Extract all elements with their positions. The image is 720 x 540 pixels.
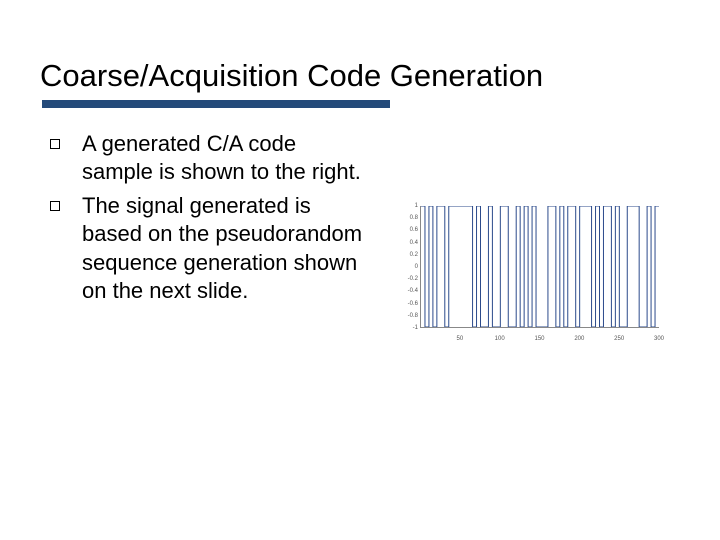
y-tick-label: 0.8 xyxy=(396,215,418,221)
chart-column: 1 0.8 0.6 0.4 0.2 0 -0.2 -0.4 -0.6 -0.8 -1 50 100 15… xyxy=(396,130,680,342)
y-tick-label: -0.8 xyxy=(396,313,418,319)
y-tick-label: -1 xyxy=(396,325,418,331)
y-tick-label: 0.6 xyxy=(396,227,418,233)
bullet-text: The signal generated is based on the pse… xyxy=(82,192,370,305)
x-tick-label: 150 xyxy=(534,336,544,342)
y-tick-label: 1 xyxy=(396,203,418,209)
slide-body: A generated C/A code sample is shown to … xyxy=(40,130,680,342)
bullet-item: A generated C/A code sample is shown to … xyxy=(50,130,370,186)
ca-code-chart: 1 0.8 0.6 0.4 0.2 0 -0.2 -0.4 -0.6 -0.8 -1 50 100 15… xyxy=(396,202,661,342)
slide-title: Coarse/Acquisition Code Generation xyxy=(40,58,680,94)
bullet-text: A generated C/A code sample is shown to … xyxy=(82,130,370,186)
y-tick-label: 0.4 xyxy=(396,240,418,246)
x-tick-label: 100 xyxy=(495,336,505,342)
x-tick-label: 200 xyxy=(574,336,584,342)
y-tick-label: -0.4 xyxy=(396,288,418,294)
chart-plot-area xyxy=(420,206,659,328)
bullet-marker-icon xyxy=(50,139,60,149)
y-tick-label: 0 xyxy=(396,264,418,270)
x-tick-label: 300 xyxy=(654,336,664,342)
x-tick-label: 250 xyxy=(614,336,624,342)
title-underline xyxy=(42,100,390,108)
bullet-item: The signal generated is based on the pse… xyxy=(50,192,370,305)
slide: Coarse/Acquisition Code Generation A gen… xyxy=(0,0,720,540)
x-tick-label: 50 xyxy=(456,336,463,342)
y-tick-label: -0.6 xyxy=(396,301,418,307)
text-column: A generated C/A code sample is shown to … xyxy=(40,130,370,311)
signal-line xyxy=(421,206,659,327)
y-tick-label: -0.2 xyxy=(396,276,418,282)
bullet-marker-icon xyxy=(50,201,60,211)
y-tick-label: 0.2 xyxy=(396,252,418,258)
